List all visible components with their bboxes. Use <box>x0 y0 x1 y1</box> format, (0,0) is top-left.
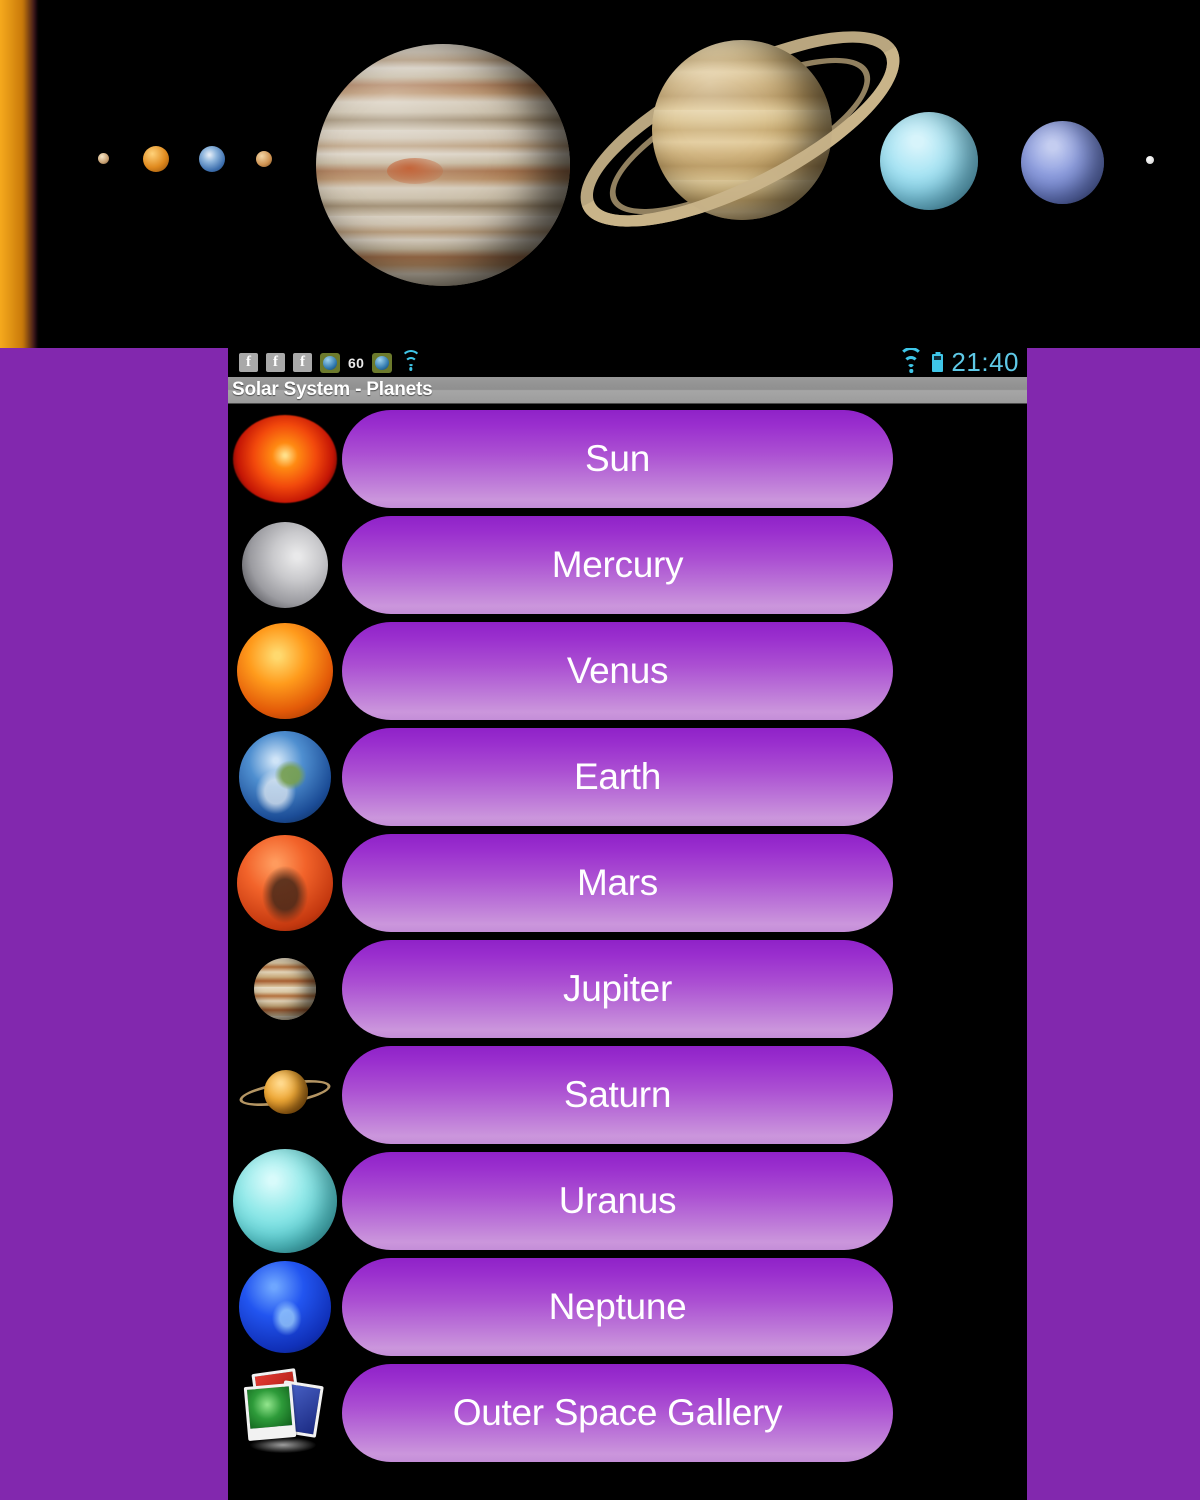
status-bar-notifications: 60 <box>228 349 421 373</box>
app-sphere-icon <box>372 352 393 373</box>
facebook-notification-icon <box>239 353 258 372</box>
planet-button-label: Jupiter <box>563 968 672 1009</box>
planet-button-label: Sun <box>585 438 650 479</box>
list-item[interactable]: Earth <box>228 724 1027 830</box>
venus-icon <box>228 618 342 724</box>
planet-button-label: Venus <box>566 650 669 691</box>
sun-edge-glyph <box>0 0 38 348</box>
planet-button-label: Uranus <box>558 1180 677 1221</box>
planet-button-uranus[interactable]: Uranus <box>342 1152 893 1250</box>
planet-button-sun[interactable]: Sun <box>342 410 893 508</box>
earth-icon <box>228 724 342 830</box>
saturn-glyph <box>554 0 926 340</box>
earth-glyph <box>199 146 225 172</box>
planet-button-mars[interactable]: Mars <box>342 834 893 932</box>
notification-count: 60 <box>348 354 365 371</box>
saturn-icon <box>228 1042 342 1148</box>
list-item[interactable]: Mars <box>228 830 1027 936</box>
page-title: Solar System - Planets <box>232 379 433 400</box>
planet-button-label: Neptune <box>548 1286 687 1327</box>
planet-button-saturn[interactable]: Saturn <box>342 1046 893 1144</box>
app-sphere-icon <box>320 352 340 373</box>
neptune-icon <box>228 1254 342 1360</box>
planet-button-label: Mercury <box>551 544 684 585</box>
planet-button-mercury[interactable]: Mercury <box>342 516 893 614</box>
battery-icon <box>932 353 944 372</box>
gallery-button[interactable]: Outer Space Gallery <box>342 1364 893 1462</box>
status-bar-system: 21:40 <box>898 348 1019 377</box>
app-title-bar: Solar System - Planets <box>228 377 1027 404</box>
jupiter-glyph <box>316 44 570 286</box>
list-item[interactable]: Uranus <box>228 1148 1027 1254</box>
planet-button-neptune[interactable]: Neptune <box>342 1258 893 1356</box>
planet-button-label: Saturn <box>563 1074 672 1115</box>
jupiter-icon <box>228 936 342 1042</box>
uranus-icon <box>228 1148 342 1254</box>
list-item[interactable]: Saturn <box>228 1042 1027 1148</box>
planet-button-venus[interactable]: Venus <box>342 622 893 720</box>
pluto-glyph <box>1146 156 1154 164</box>
list-item[interactable]: Venus <box>228 618 1027 724</box>
facebook-notification-icon <box>293 353 312 372</box>
planet-button-earth[interactable]: Earth <box>342 728 893 826</box>
neptune-glyph <box>1021 121 1104 204</box>
solar-system-banner <box>0 0 1200 348</box>
phone-screenshot: 60 21:40 Solar System - Planets Sun <box>228 348 1027 1500</box>
wifi-notification-icon <box>400 349 421 371</box>
gallery-icon <box>228 1360 342 1466</box>
planet-button-label: Mars <box>576 862 659 903</box>
planet-button-jupiter[interactable]: Jupiter <box>342 940 893 1038</box>
planet-button-label: Earth <box>574 756 661 797</box>
list-item[interactable]: Neptune <box>228 1254 1027 1360</box>
planet-list: Sun Mercury Venus Earth Mars Jupiter Sat… <box>228 404 1027 1466</box>
list-item[interactable]: Jupiter <box>228 936 1027 1042</box>
wifi-icon <box>898 348 924 373</box>
mars-glyph <box>256 151 272 167</box>
status-bar: 60 21:40 <box>228 348 1027 377</box>
status-bar-clock: 21:40 <box>951 348 1019 377</box>
list-item[interactable]: Sun <box>228 406 1027 512</box>
mercury-glyph <box>98 153 109 164</box>
facebook-notification-icon <box>266 353 285 372</box>
mars-icon <box>228 830 342 936</box>
mercury-icon <box>228 512 342 618</box>
list-item[interactable]: Mercury <box>228 512 1027 618</box>
list-item[interactable]: Outer Space Gallery <box>228 1360 1027 1466</box>
venus-glyph <box>143 146 169 172</box>
uranus-glyph <box>880 112 978 210</box>
sun-icon <box>228 406 342 512</box>
gallery-button-label: Outer Space Gallery <box>452 1392 783 1433</box>
